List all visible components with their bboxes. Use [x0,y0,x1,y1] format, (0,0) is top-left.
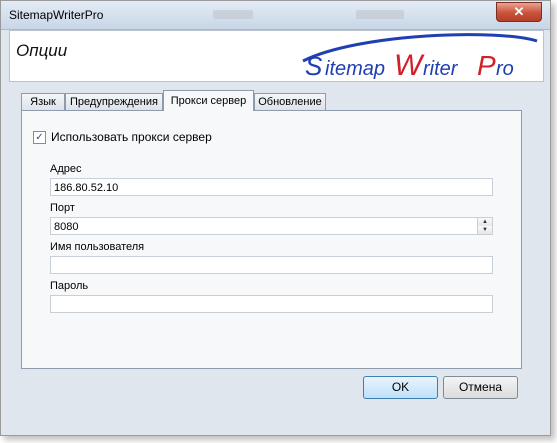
blurred-background-text [213,10,253,19]
address-input[interactable]: 186.80.52.10 [50,178,493,196]
blurred-background-text [356,10,404,19]
use-proxy-label[interactable]: Использовать прокси сервер [51,130,212,144]
logo-letter-w: W [394,49,425,81]
logo-word-itemap: itemap [325,58,385,80]
tab-update[interactable]: Обновление [254,93,326,110]
proxy-settings-panel: ✓ Использовать прокси сервер Адрес 186.8… [21,110,522,369]
username-input[interactable] [50,256,493,274]
port-value: 8080 [54,221,79,233]
close-button[interactable]: ✕ [496,2,542,22]
port-stepper[interactable]: 8080 ▲ ▼ [50,217,493,235]
page-title: Опции [16,41,68,60]
chevron-down-icon[interactable]: ▼ [478,226,492,234]
tab-warnings[interactable]: Предупреждения [65,93,163,110]
close-icon: ✕ [513,4,525,19]
use-proxy-checkbox[interactable]: ✓ [33,131,46,144]
logo-letter-p: P [477,50,496,81]
username-label: Имя пользователя [50,241,145,253]
chevron-up-icon[interactable]: ▲ [478,218,492,226]
ok-button[interactable]: OK [363,376,438,399]
password-input[interactable] [50,295,493,313]
logo-letter-s: S [305,51,323,81]
tab-language[interactable]: Язык [21,93,65,110]
logo-word-ro: ro [496,58,514,80]
title-bar[interactable]: SitemapWriterPro ✕ [1,1,550,30]
dialog-window: SitemapWriterPro ✕ Опции S itemap W rite… [0,0,551,436]
port-spin-buttons[interactable]: ▲ ▼ [477,218,492,234]
logo-word-riter: riter [423,58,459,80]
tab-proxy-server[interactable]: Прокси сервер [163,90,254,111]
dialog-header: Опции S itemap W riter P ro [9,30,544,82]
cancel-button[interactable]: Отмена [443,376,518,399]
address-label: Адрес [50,163,82,175]
password-label: Пароль [50,280,89,292]
port-label: Порт [50,202,75,214]
sitemapwriterpro-logo: S itemap W riter P ro [302,33,538,81]
window-title: SitemapWriterPro [9,8,104,22]
